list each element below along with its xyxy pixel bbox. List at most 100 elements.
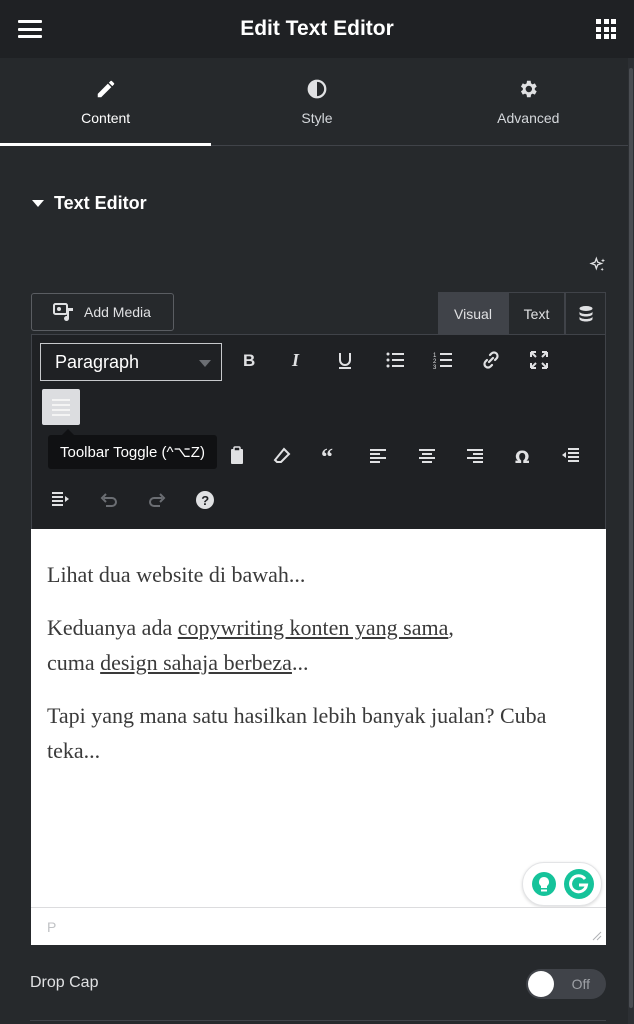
outdent-icon (562, 448, 579, 462)
link-button[interactable] (476, 345, 506, 375)
caret-down-icon (32, 200, 44, 207)
database-icon (579, 305, 592, 321)
section-toggle-text-editor[interactable]: Text Editor (32, 193, 147, 214)
eraser-icon (273, 447, 291, 463)
tab-dynamic[interactable] (565, 292, 606, 334)
drop-cap-label: Drop Cap (30, 974, 99, 991)
paragraph-1: Lihat dua website di bawah... (47, 557, 590, 592)
help-button[interactable]: ? (190, 485, 220, 515)
fullscreen-button[interactable] (524, 345, 554, 375)
outdent-button[interactable] (555, 441, 585, 471)
panel-scrollbar[interactable] (628, 58, 634, 1024)
italic-button[interactable]: I (282, 345, 312, 375)
paragraph-text: , (448, 615, 454, 640)
paragraph-text: ... (291, 650, 309, 675)
paragraph-text: Lihat dua website di bawah... (47, 562, 306, 587)
align-center-button[interactable] (412, 441, 442, 471)
ai-sparkle-icon[interactable] (588, 256, 608, 276)
undo-icon (100, 493, 117, 507)
align-right-icon (467, 449, 483, 463)
scrollbar-thumb[interactable] (629, 68, 633, 1008)
tab-advanced[interactable]: Advanced (423, 58, 634, 145)
indent-button[interactable] (46, 485, 76, 515)
svg-text:B: B (243, 351, 255, 370)
tab-visual[interactable]: Visual (438, 292, 508, 334)
link-icon (483, 351, 499, 369)
omega-icon: Ω (515, 448, 529, 466)
paste-text-button[interactable] (222, 441, 252, 471)
chevron-down-icon (199, 360, 211, 367)
underlined-text: copywriting konten yang sama (177, 615, 449, 640)
special-character-button[interactable]: Ω (508, 441, 538, 471)
underlined-text: design sahaja berbeza (100, 650, 292, 675)
indent-icon (52, 492, 69, 506)
lightbulb-icon[interactable] (530, 870, 558, 898)
redo-icon (149, 493, 166, 507)
tab-style[interactable]: Style (211, 58, 422, 145)
media-icon (53, 303, 73, 321)
align-right-button[interactable] (460, 441, 490, 471)
tab-content[interactable]: Content (0, 58, 212, 146)
pencil-icon (97, 80, 114, 97)
underline-icon (339, 353, 351, 369)
svg-text:“: “ (321, 446, 333, 466)
svg-text:?: ? (201, 493, 209, 508)
tab-label: Advanced (497, 109, 560, 126)
editor-toolbar: Paragraph B I 123 “ Ω ? Toolbar Toggle (… (31, 334, 606, 529)
tab-text[interactable]: Text (508, 292, 565, 334)
format-select[interactable]: Paragraph (40, 343, 222, 381)
align-left-icon (370, 449, 386, 463)
grammarly-widget[interactable] (522, 862, 602, 906)
paragraph-3: Tapi yang mana satu hasilkan lebih banya… (47, 698, 590, 768)
editor-status-bar: P (31, 907, 606, 945)
numbered-list-button[interactable]: 123 (428, 345, 458, 375)
svg-text:Ω: Ω (515, 448, 529, 466)
undo-button[interactable] (94, 485, 124, 515)
redo-button[interactable] (142, 485, 172, 515)
format-value: Paragraph (55, 351, 140, 372)
blockquote-button[interactable]: “ (315, 441, 345, 471)
numbered-list-icon: 123 (433, 353, 452, 370)
toolbar-toggle-icon (52, 399, 70, 416)
expand-icon (530, 351, 548, 369)
grammarly-icon[interactable] (563, 868, 595, 900)
toolbar-toggle-button[interactable] (42, 389, 80, 425)
bullet-list-icon (386, 352, 404, 368)
drop-cap-switch[interactable]: Off (526, 969, 606, 999)
resize-handle-icon[interactable] (590, 929, 602, 941)
svg-text:I: I (291, 350, 300, 370)
contrast-icon (307, 79, 327, 98)
panel-title: Edit Text Editor (240, 17, 394, 40)
divider (30, 1020, 606, 1021)
paragraph-text: cuma (47, 650, 101, 675)
gear-icon (521, 80, 538, 97)
align-center-icon (419, 449, 435, 463)
underline-button[interactable] (330, 345, 360, 375)
clipboard-icon (231, 446, 243, 464)
editor-content[interactable]: Lihat dua website di bawah... Keduanya a… (31, 529, 606, 907)
add-media-label: Add Media (84, 304, 151, 320)
help-icon: ? (196, 491, 214, 509)
switch-knob (528, 971, 554, 997)
section-title: Text Editor (54, 193, 147, 213)
paragraph-text: Keduanya ada (47, 615, 178, 640)
widgets-grid-icon[interactable] (596, 19, 616, 39)
bold-icon: B (243, 351, 255, 370)
bold-button[interactable]: B (234, 345, 264, 375)
add-media-button[interactable]: Add Media (31, 293, 174, 331)
clear-formatting-button[interactable] (267, 441, 297, 471)
element-path: P (47, 918, 57, 935)
paragraph-2: Keduanya ada copywriting konten yang sam… (47, 610, 590, 680)
panel-tabs: Content Style Advanced (0, 58, 634, 146)
paragraph-text: Tapi yang mana satu hasilkan lebih banya… (47, 703, 547, 763)
bullet-list-button[interactable] (380, 345, 410, 375)
editor-mode-tabs: Visual Text (438, 292, 606, 334)
menu-icon[interactable] (18, 20, 42, 38)
tab-label: Style (301, 109, 333, 126)
italic-icon: I (291, 350, 300, 370)
panel-header: Edit Text Editor (0, 0, 634, 58)
align-left-button[interactable] (363, 441, 393, 471)
tab-label: Content (81, 109, 131, 126)
toolbar-toggle-tooltip: Toolbar Toggle (^⌥Z) (48, 429, 217, 469)
switch-state: Off (571, 976, 590, 992)
